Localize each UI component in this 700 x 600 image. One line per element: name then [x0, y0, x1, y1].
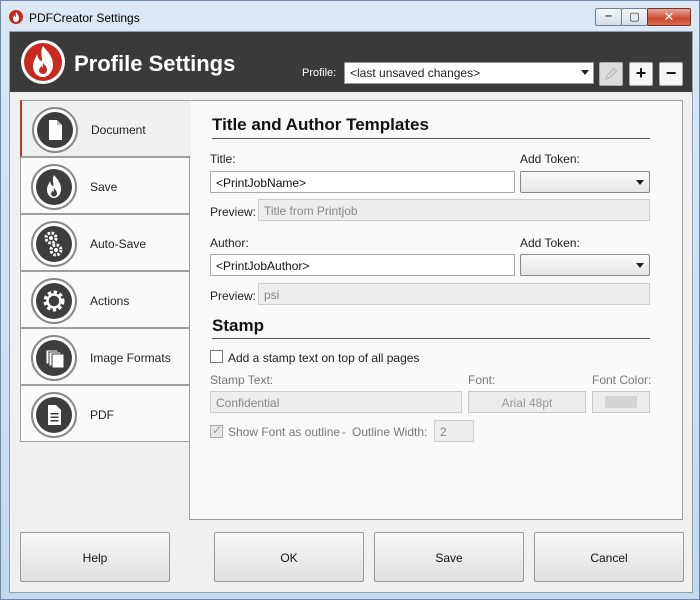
sidebar-item-label: Document — [91, 123, 146, 137]
sidebar-icon-frame — [31, 221, 77, 267]
cancel-button[interactable]: Cancel — [534, 532, 684, 582]
title-template-input[interactable]: <PrintJobName> — [210, 171, 515, 193]
window-title: PDFCreator Settings — [29, 11, 140, 25]
close-icon: ✕ — [663, 9, 675, 24]
add-profile-button[interactable]: + — [629, 62, 653, 86]
templates-divider — [212, 138, 650, 139]
sidebar-item-actions[interactable]: Actions — [20, 271, 190, 328]
pdf-icon — [36, 397, 72, 433]
title-bar[interactable]: PDFCreator Settings ‒ ▢ ✕ — [1, 1, 699, 31]
minimize-icon: ‒ — [605, 10, 612, 22]
outline-width-label: Outline Width: — [352, 425, 428, 439]
images-icon — [36, 340, 72, 376]
maximize-icon: ▢ — [629, 11, 640, 23]
window-controls: ‒ ▢ ✕ — [595, 8, 691, 26]
title-label: Title: — [210, 152, 236, 166]
author-preview-label: Preview: — [210, 289, 257, 303]
author-add-token-label: Add Token: — [520, 236, 580, 250]
title-preview-field: Title from Printjob — [258, 199, 650, 221]
font-color-swatch — [605, 396, 637, 408]
outline-separator: - — [342, 425, 346, 439]
font-color-label: Font Color: — [592, 373, 652, 387]
flame-icon — [36, 169, 72, 205]
pdfcreator-logo-icon — [21, 40, 65, 84]
document-icon — [37, 112, 73, 148]
chevron-down-icon — [636, 263, 644, 268]
stamp-heading: Stamp — [212, 316, 264, 335]
rename-profile-button[interactable] — [599, 62, 623, 86]
document-settings-panel: Title and Author Templates Title: Add To… — [189, 100, 683, 520]
gears-icon — [36, 226, 72, 262]
title-add-token-label: Add Token: — [520, 152, 580, 166]
close-button[interactable]: ✕ — [647, 8, 691, 26]
templates-heading: Title and Author Templates — [212, 115, 429, 134]
title-add-token-dropdown[interactable] — [520, 171, 650, 193]
outline-width-input[interactable]: 2 — [434, 420, 474, 442]
profile-header: Profile Settings Profile: <last unsaved … — [10, 32, 692, 92]
profile-select[interactable]: <last unsaved changes> — [344, 62, 594, 84]
stamp-text-input[interactable]: Confidential — [210, 391, 462, 413]
sidebar-item-label: Save — [90, 180, 118, 194]
profile-label: Profile: — [302, 67, 337, 79]
sidebar-item-save[interactable]: Save — [20, 157, 190, 214]
ok-button[interactable]: OK — [214, 532, 364, 582]
sidebar-icon-frame — [31, 392, 77, 438]
sidebar-icon-frame — [31, 335, 77, 381]
profile-select-value: <last unsaved changes> — [350, 66, 481, 80]
save-button[interactable]: Save — [374, 532, 524, 582]
sidebar-item-label: Auto-Save — [90, 237, 147, 251]
font-label: Font: — [468, 373, 496, 387]
settings-window: PDFCreator Settings ‒ ▢ ✕ Profile Settin… — [0, 0, 700, 600]
sidebar-icon-frame — [31, 278, 77, 324]
author-label: Author: — [210, 236, 249, 250]
remove-profile-button[interactable]: − — [659, 62, 683, 86]
sidebar-item-document[interactable]: Document — [20, 100, 191, 157]
help-button[interactable]: Help — [20, 532, 170, 582]
author-preview-field: psi — [258, 283, 650, 305]
stamp-divider — [212, 338, 650, 339]
author-template-input[interactable]: <PrintJobAuthor> — [210, 254, 515, 276]
stamp-text-label: Stamp Text: — [210, 373, 274, 387]
sidebar-item-label: Image Formats — [90, 351, 171, 365]
outline-checkbox[interactable] — [210, 423, 223, 438]
font-button[interactable]: Arial 48pt — [468, 391, 586, 413]
stamp-checkbox-label[interactable]: Add a stamp text on top of all pages — [228, 351, 419, 365]
pdfcreator-app-icon — [9, 10, 23, 24]
sidebar-item-image-formats[interactable]: Image Formats — [20, 328, 190, 385]
sidebar-item-label: Actions — [90, 294, 130, 308]
client-area: Profile Settings Profile: <last unsaved … — [9, 31, 693, 593]
maximize-button[interactable]: ▢ — [621, 8, 648, 26]
author-add-token-dropdown[interactable] — [520, 254, 650, 276]
font-color-button[interactable] — [592, 391, 650, 413]
gear-icon — [36, 283, 72, 319]
page-title: Profile Settings — [74, 51, 236, 76]
title-preview-label: Preview: — [210, 205, 257, 219]
chevron-down-icon — [636, 180, 644, 185]
stamp-checkbox[interactable] — [210, 350, 223, 363]
pencil-icon — [605, 67, 618, 80]
minimize-button[interactable]: ‒ — [595, 8, 622, 26]
outline-checkbox-label[interactable]: Show Font as outline — [228, 425, 340, 439]
sidebar-icon-frame — [32, 107, 78, 153]
sidebar-item-pdf[interactable]: PDF — [20, 385, 190, 442]
chevron-down-icon — [581, 70, 589, 75]
sidebar-item-label: PDF — [90, 408, 114, 422]
sidebar-item-auto-save[interactable]: Auto-Save — [20, 214, 190, 271]
sidebar-icon-frame — [31, 164, 77, 210]
